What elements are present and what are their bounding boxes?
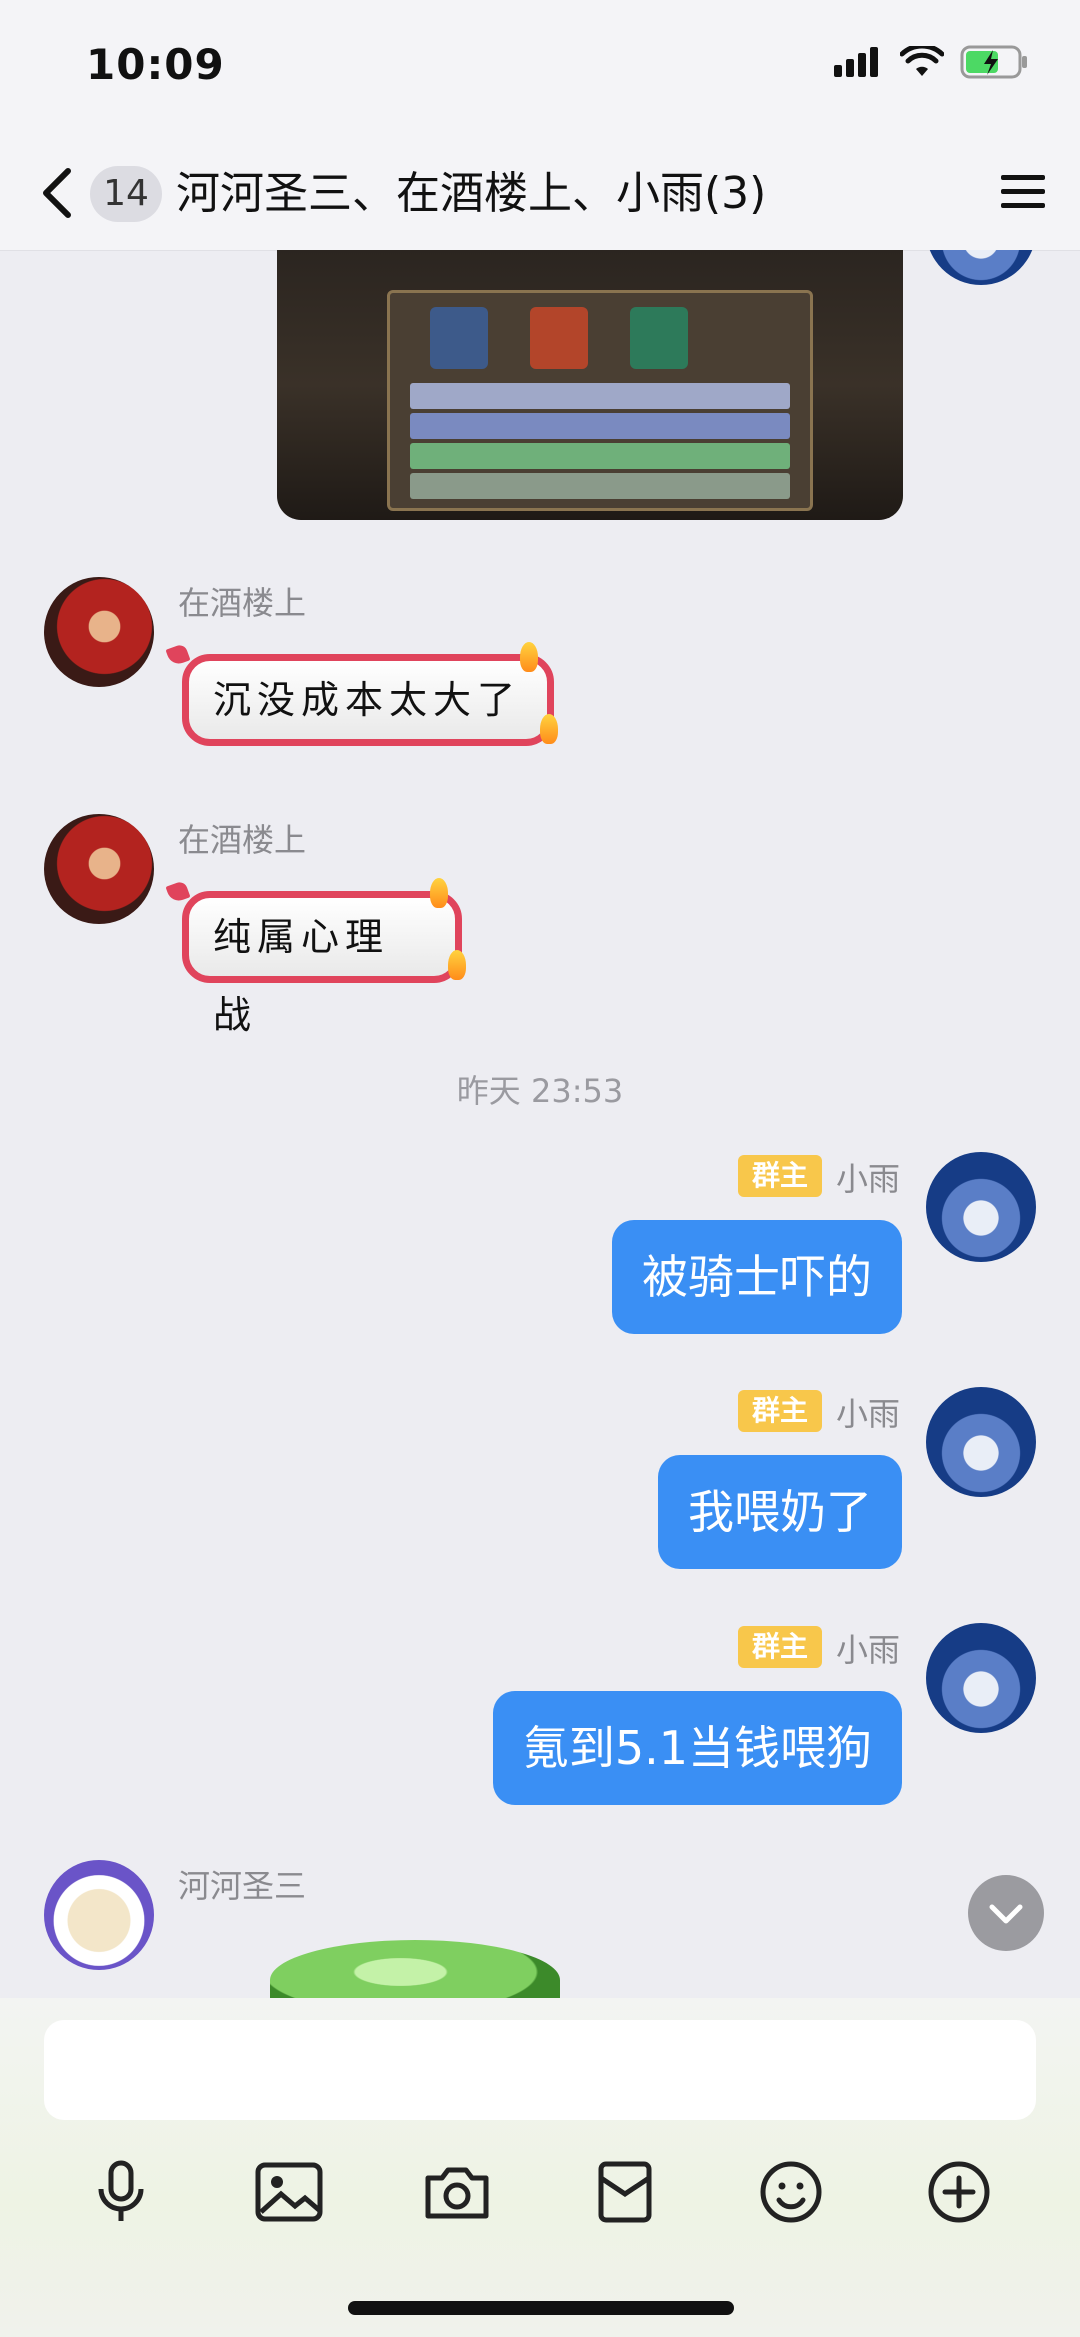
avatar[interactable] xyxy=(44,1860,154,1970)
message-list[interactable]: 在酒楼上 沉没成本太大了 在酒楼上 纯属心理战 昨天 23:53 小雨 群主 被… xyxy=(0,250,1080,1998)
voice-button[interactable] xyxy=(82,2153,160,2231)
sender-name: 小雨 xyxy=(835,1160,900,1198)
red-packet-button[interactable] xyxy=(586,2153,664,2231)
menu-icon[interactable] xyxy=(998,167,1048,217)
sender-name: 小雨 xyxy=(835,1631,900,1669)
status-icons xyxy=(834,44,1030,80)
banner xyxy=(630,307,688,369)
flame-decoration xyxy=(448,950,466,980)
red-packet-icon xyxy=(598,2161,652,2223)
composer xyxy=(0,1998,1080,2337)
avatar[interactable] xyxy=(926,250,1036,285)
camera-button[interactable] xyxy=(418,2153,496,2231)
sender-name: 在酒楼上 xyxy=(178,584,307,622)
sender-name: 小雨 xyxy=(835,1395,900,1433)
sticker-message[interactable]: 纯属心理战 xyxy=(182,891,462,1037)
rank-row xyxy=(410,443,790,469)
avatar[interactable] xyxy=(44,577,154,687)
flame-decoration xyxy=(520,642,538,672)
rank-row xyxy=(410,473,790,499)
unread-count-badge[interactable]: 14 xyxy=(90,166,162,222)
sender-name: 在酒楼上 xyxy=(178,821,307,859)
sticker-message[interactable] xyxy=(270,1940,560,1998)
game-screenshot xyxy=(387,290,813,511)
flame-decoration xyxy=(430,878,448,908)
banner xyxy=(530,307,588,369)
rank-row xyxy=(410,413,790,439)
message-bubble[interactable]: 我喂奶了 xyxy=(658,1455,902,1569)
sticker-tail xyxy=(165,643,191,667)
microphone-icon xyxy=(98,2160,144,2221)
sticker-text: 沉没成本太大了 xyxy=(213,678,522,722)
avatar[interactable] xyxy=(44,814,154,924)
emoji-icon xyxy=(760,2161,822,2223)
chat-header: 14 河河圣三、在酒楼上、小雨(3) xyxy=(0,135,1080,251)
status-bar: 10:09 xyxy=(0,0,1080,135)
plus-icon xyxy=(928,2161,990,2223)
flame-decoration xyxy=(540,714,558,744)
avatar[interactable] xyxy=(926,1152,1036,1262)
more-button[interactable] xyxy=(920,2153,998,2231)
image-message[interactable] xyxy=(277,250,903,520)
message-input[interactable] xyxy=(44,2020,1036,2120)
battery-icon xyxy=(960,45,1027,79)
camera-icon xyxy=(425,2167,489,2219)
status-time: 10:09 xyxy=(86,40,225,89)
home-indicator xyxy=(348,2301,734,2315)
image-icon xyxy=(255,2162,323,2222)
sticker-text: 纯属心理战 xyxy=(213,915,390,1037)
time-divider: 昨天 23:53 xyxy=(456,1072,624,1110)
rank-row xyxy=(410,383,790,409)
sender-name: 河河圣三 xyxy=(178,1867,307,1905)
avatar[interactable] xyxy=(926,1623,1036,1733)
emoji-button[interactable] xyxy=(752,2153,830,2231)
message-bubble[interactable]: 被骑士吓的 xyxy=(612,1220,902,1334)
image-button[interactable] xyxy=(250,2153,328,2231)
back-arrow-icon[interactable] xyxy=(38,165,78,221)
avatar[interactable] xyxy=(926,1387,1036,1497)
scroll-to-bottom-button[interactable] xyxy=(968,1875,1044,1951)
chat-title: 河河圣三、在酒楼上、小雨(3) xyxy=(176,168,767,219)
signal-icon xyxy=(834,47,878,77)
message-bubble[interactable]: 氪到5.1当钱喂狗 xyxy=(492,1691,902,1805)
chevron-down-icon xyxy=(989,1904,1023,1924)
group-owner-tag: 群主 xyxy=(737,1626,822,1668)
group-owner-tag: 群主 xyxy=(737,1155,822,1197)
banner xyxy=(430,307,488,369)
group-owner-tag: 群主 xyxy=(737,1390,822,1432)
wifi-icon xyxy=(900,46,944,76)
sticker-message[interactable]: 沉没成本太大了 xyxy=(182,654,554,746)
sticker-tail xyxy=(165,880,191,904)
